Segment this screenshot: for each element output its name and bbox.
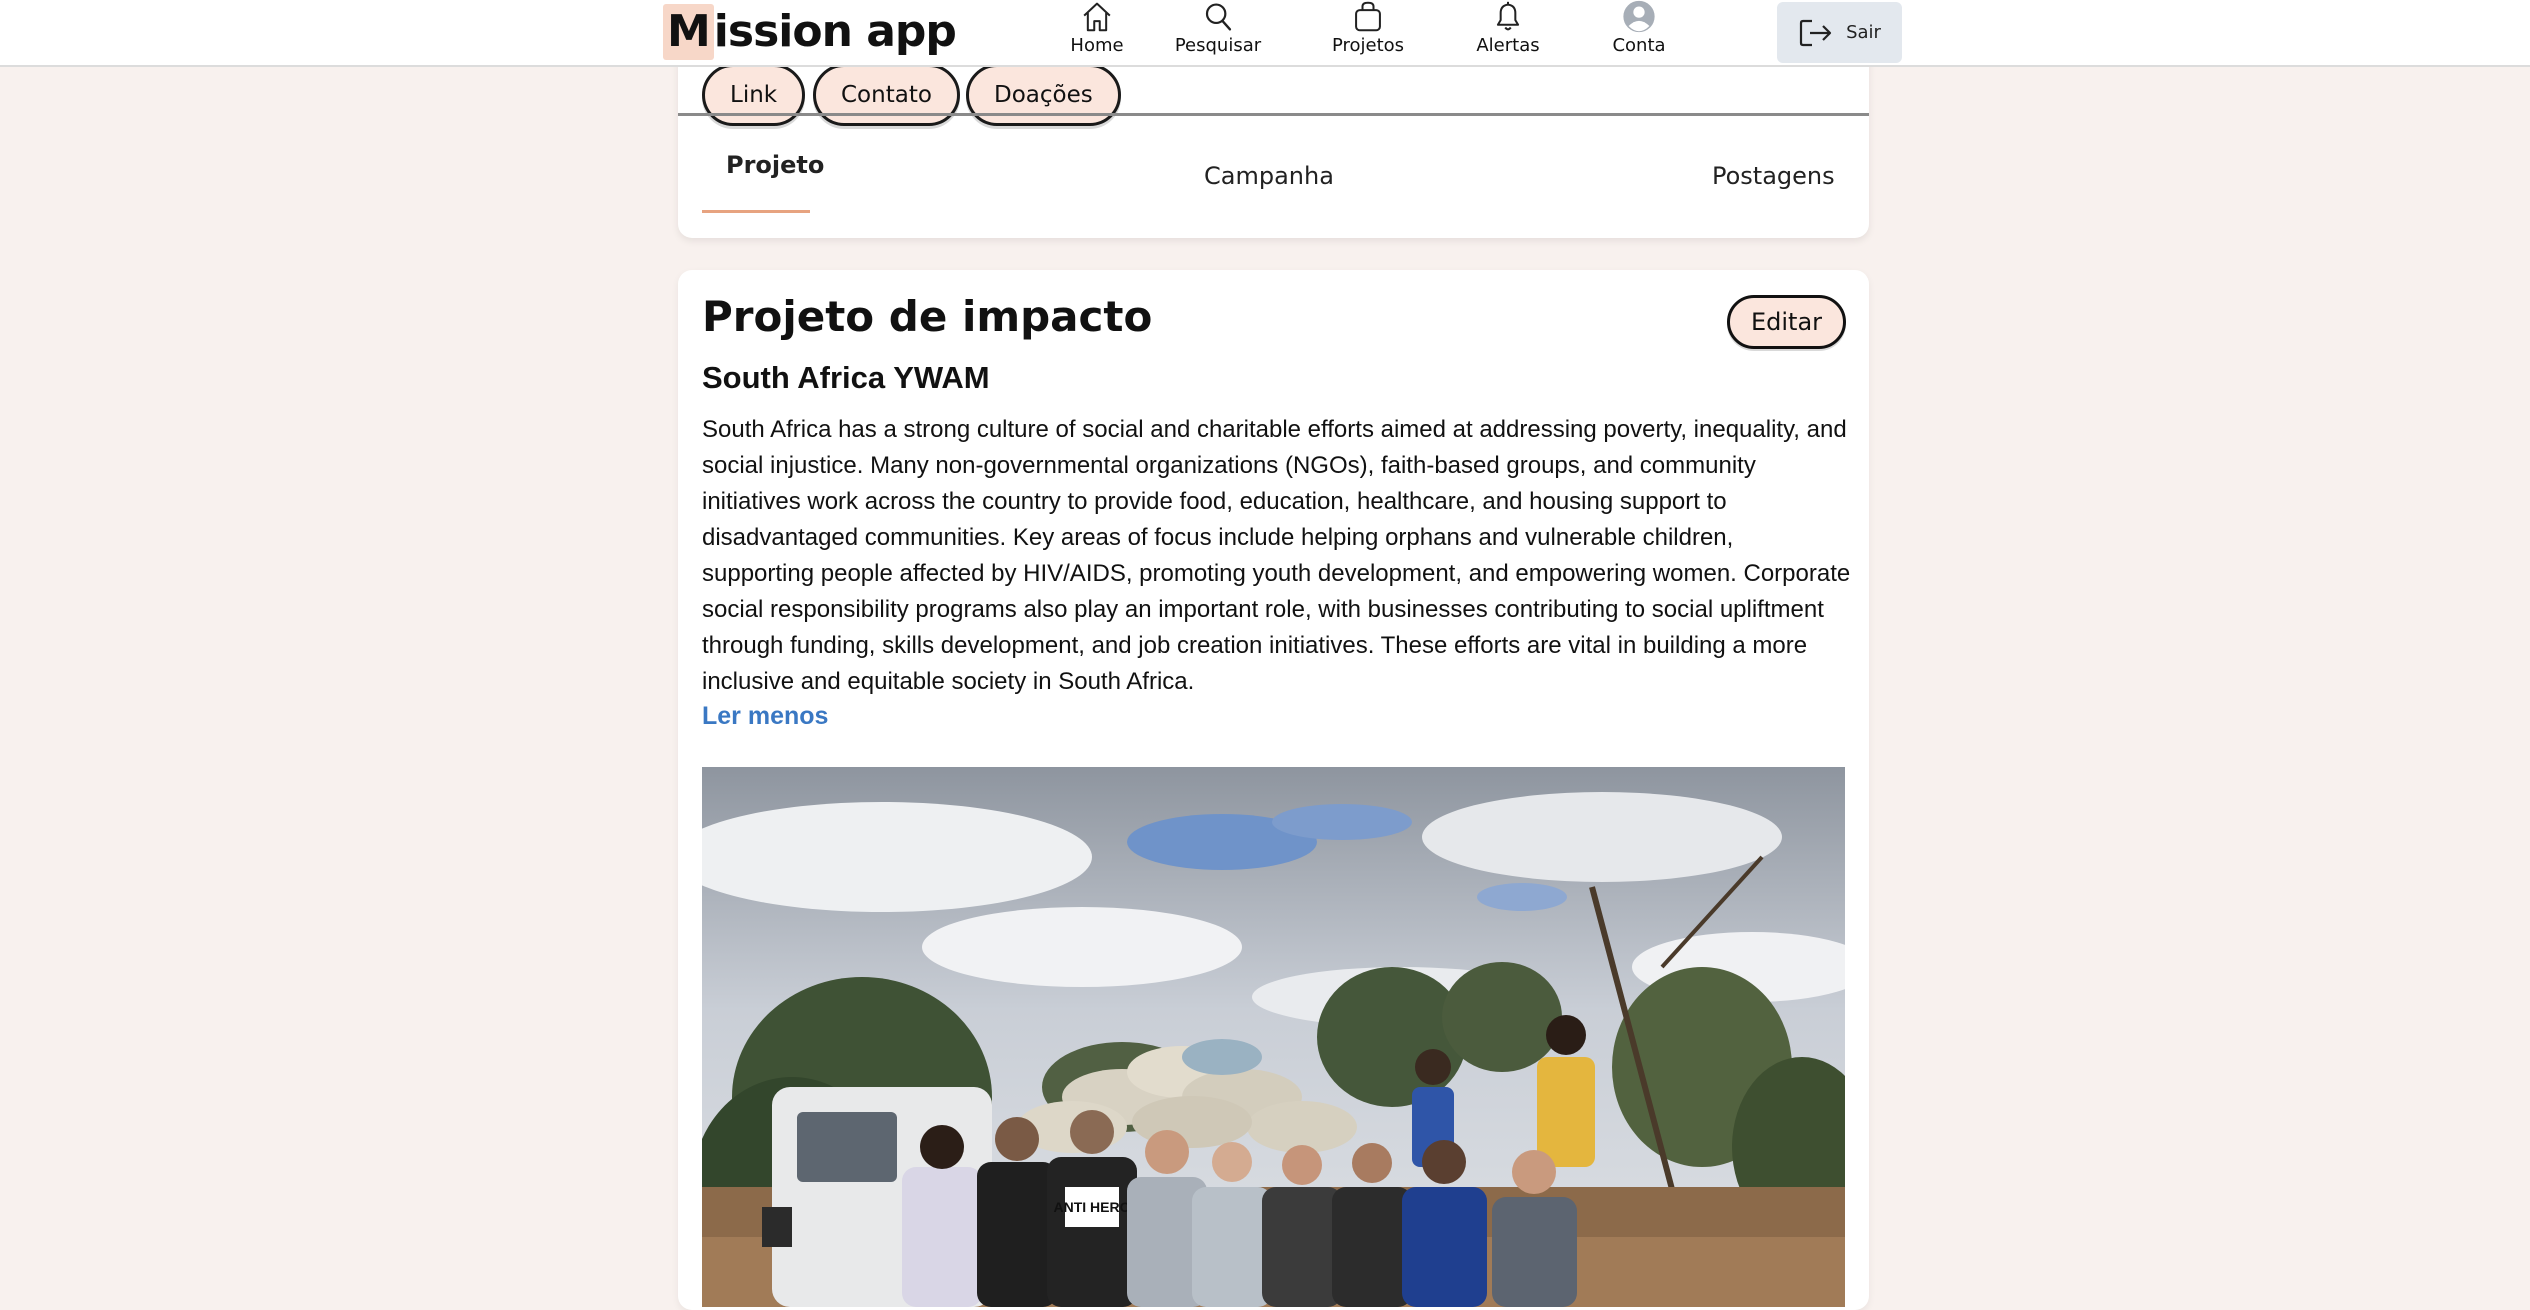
contact-button[interactable]: Contato [813, 64, 960, 126]
header-divider [678, 113, 1869, 116]
tab-campanha[interactable]: Campanha [1204, 162, 1334, 190]
app-logo[interactable]: Mission app [663, 4, 957, 60]
nav-projects-label: Projetos [1331, 35, 1405, 56]
nav-search-label: Pesquisar [1174, 35, 1262, 56]
active-tab-indicator [702, 210, 810, 213]
home-icon [1083, 2, 1111, 32]
logout-button[interactable]: Sair [1777, 2, 1902, 63]
logout-icon [1799, 19, 1832, 46]
search-icon [1205, 3, 1232, 31]
bell-icon [1496, 1, 1520, 31]
logout-label: Sair [1846, 22, 1881, 43]
link-button[interactable]: Link [702, 64, 806, 126]
nav-alerts-label: Alertas [1476, 35, 1540, 56]
nav-account-label: Conta [1612, 35, 1666, 56]
edit-button[interactable]: Editar [1727, 295, 1846, 349]
bag-icon [1355, 1, 1381, 32]
tab-projeto[interactable]: Projeto [726, 151, 824, 179]
nav-account[interactable]: Conta [1606, 0, 1672, 64]
read-less-link[interactable]: Ler menos [702, 702, 828, 731]
project-section-title: Projeto de impacto [702, 292, 1153, 341]
project-name: South Africa YWAM [702, 360, 990, 395]
group-photo-illustration: ANTI HERO [702, 767, 1845, 1307]
nav-home[interactable]: Home [1051, 0, 1143, 64]
shirt-print-text: ANTI HERO [1054, 1199, 1131, 1215]
logo-text: ission app [713, 6, 957, 57]
nav-home-label: Home [1070, 35, 1124, 56]
nav-projects[interactable]: Projetos [1330, 0, 1406, 64]
project-card: Projeto de impacto Editar South Africa Y… [678, 270, 1869, 1310]
tab-postagens[interactable]: Postagens [1712, 162, 1835, 190]
project-photo: ANTI HERO [702, 767, 1845, 1307]
donations-button[interactable]: Doações [966, 64, 1121, 126]
nav-search[interactable]: Pesquisar [1174, 0, 1262, 64]
project-description: South Africa has a strong culture of soc… [702, 416, 1851, 695]
avatar-icon [1623, 0, 1655, 33]
top-navigation-bar: Mission app Home Pesquisar Projetos Aler… [0, 0, 2530, 67]
logo-initial: M [663, 4, 714, 60]
nav-alerts[interactable]: Alertas [1473, 0, 1543, 64]
